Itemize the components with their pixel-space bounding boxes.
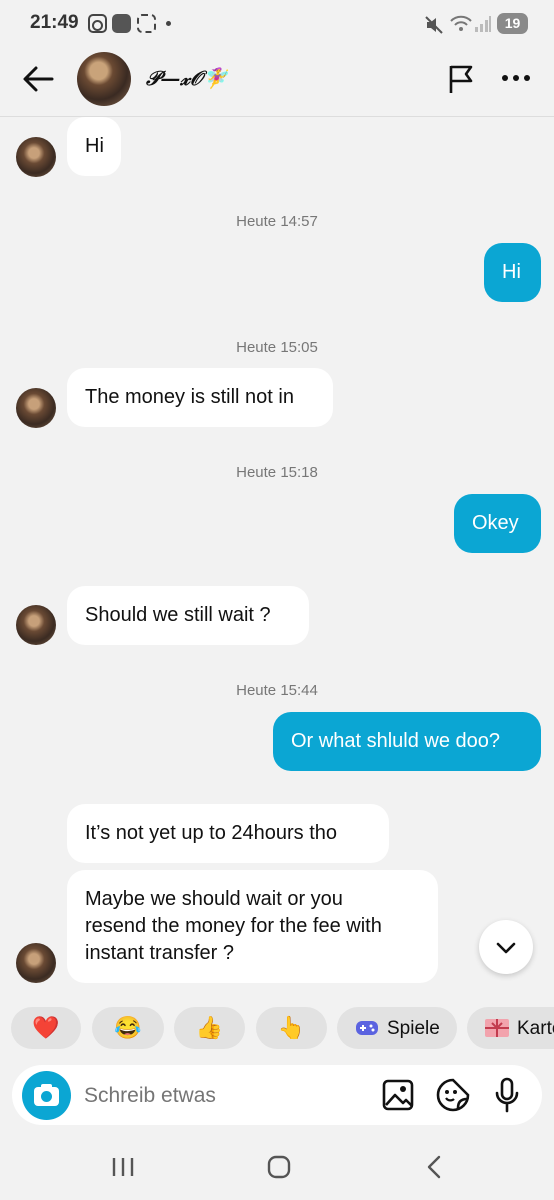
laugh-reaction-button[interactable]: 😂 bbox=[92, 1007, 164, 1049]
mute-icon bbox=[425, 16, 443, 34]
gift-card-icon bbox=[485, 1019, 509, 1037]
more-options-icon[interactable] bbox=[500, 73, 532, 83]
message-timestamp: Heute 15:18 bbox=[236, 464, 318, 481]
point-up-reaction-button[interactable]: 👆 bbox=[256, 1007, 327, 1049]
home-icon[interactable] bbox=[265, 1152, 293, 1182]
recent-apps-icon[interactable] bbox=[110, 1152, 136, 1182]
message-incoming[interactable]: The money is still not in bbox=[67, 368, 333, 427]
contact-name[interactable]: 𝒫—𝓍𝒪🧚‍♀️ bbox=[146, 66, 227, 90]
sender-avatar[interactable] bbox=[16, 388, 56, 428]
message-timestamp: Heute 15:44 bbox=[236, 682, 318, 699]
message-line: instant transfer ? bbox=[85, 942, 234, 964]
signal-icon bbox=[475, 16, 491, 32]
message-timestamp: Heute 14:57 bbox=[236, 213, 318, 230]
camera-icon bbox=[34, 1084, 59, 1106]
back-nav-icon[interactable] bbox=[422, 1152, 446, 1182]
message-line: resend the money for the fee with bbox=[85, 915, 382, 937]
message-input[interactable] bbox=[82, 1079, 366, 1113]
back-arrow-icon[interactable] bbox=[22, 64, 54, 94]
games-button[interactable]: Spiele bbox=[337, 1007, 457, 1049]
games-label: Spiele bbox=[387, 1018, 440, 1039]
message-incoming[interactable]: Hi bbox=[67, 117, 121, 176]
screenshot-icon bbox=[137, 14, 156, 33]
scroll-to-bottom-button[interactable] bbox=[479, 920, 533, 974]
gamepad-icon bbox=[356, 1021, 378, 1035]
instagram-icon bbox=[88, 14, 107, 33]
camera-button[interactable] bbox=[22, 1071, 71, 1120]
sender-avatar[interactable] bbox=[16, 137, 56, 177]
wifi-icon bbox=[450, 15, 472, 31]
message-incoming[interactable]: It’s not yet up to 24hours tho bbox=[67, 804, 389, 863]
status-time: 21:49 bbox=[30, 12, 79, 33]
gallery-icon[interactable] bbox=[382, 1079, 414, 1111]
notification-dot-icon bbox=[166, 21, 171, 26]
flag-icon[interactable] bbox=[447, 63, 477, 95]
sender-avatar[interactable] bbox=[16, 943, 56, 983]
sender-avatar[interactable] bbox=[16, 605, 56, 645]
heart-reaction-button[interactable]: ❤️ bbox=[11, 1007, 81, 1049]
message-outgoing[interactable]: Or what shluld we doo? bbox=[273, 712, 541, 771]
cards-label: Karte bbox=[517, 1018, 554, 1039]
microphone-icon[interactable] bbox=[493, 1077, 521, 1113]
message-outgoing[interactable]: Okey bbox=[454, 494, 541, 553]
thumbs-up-reaction-button[interactable]: 👍 bbox=[174, 1007, 245, 1049]
sticker-icon[interactable] bbox=[436, 1078, 470, 1112]
contact-avatar[interactable] bbox=[77, 52, 131, 106]
message-timestamp: Heute 15:05 bbox=[236, 339, 318, 356]
chevron-down-icon bbox=[496, 942, 516, 954]
battery-indicator: 19 bbox=[497, 13, 528, 34]
cards-button[interactable]: Karte bbox=[467, 1007, 554, 1049]
shopping-bag-icon bbox=[112, 14, 131, 33]
message-incoming[interactable]: Maybe we should wait or you resend the m… bbox=[67, 870, 438, 983]
message-line: Maybe we should wait or you bbox=[85, 888, 343, 910]
message-incoming[interactable]: Should we still wait ? bbox=[67, 586, 309, 645]
message-outgoing[interactable]: Hi bbox=[484, 243, 541, 302]
